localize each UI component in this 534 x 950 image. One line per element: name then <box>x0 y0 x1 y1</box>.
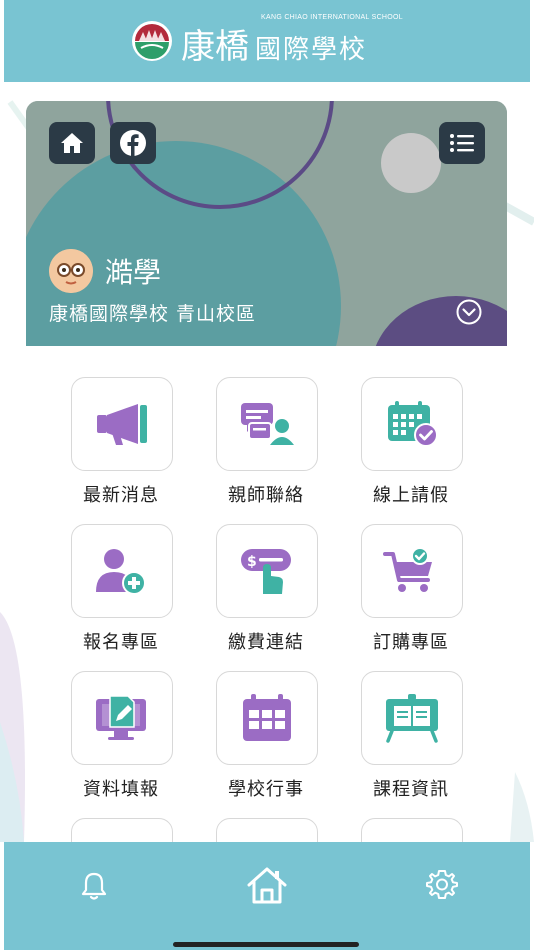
home-icon <box>247 867 287 904</box>
tile-parent-teacher-contact[interactable] <box>216 377 318 471</box>
bell-icon <box>81 872 107 900</box>
home-tab[interactable] <box>242 860 292 910</box>
tile-label: 繳費連結 <box>228 632 304 653</box>
school-logo: KANG CHIAO INTERNATIONAL SCHOOL 康橋 國際學校 <box>131 14 403 68</box>
facebook-button[interactable] <box>110 122 156 164</box>
student-hero-banner: 澔學 康橋國際學校 青山校區 <box>26 101 507 346</box>
tile-label: 親師聯絡 <box>228 485 304 506</box>
main-card: 澔學 康橋國際學校 青山校區 最新消息 親師聯絡 線上請假 報名專區 $ 繳費連… <box>26 101 507 861</box>
tile-label: 訂購專區 <box>373 632 449 653</box>
tile-label: 最新消息 <box>83 485 159 506</box>
chevron-down-circle-icon[interactable] <box>456 299 482 325</box>
school-campus-label: 康橋國際學校 青山校區 <box>49 303 257 325</box>
home-icon <box>61 133 83 153</box>
school-emblem-icon <box>132 21 173 61</box>
user-add-icon <box>96 549 146 595</box>
tile-label: 課程資訊 <box>373 779 449 800</box>
cart-check-icon <box>383 547 432 592</box>
tile-label: 學校行事 <box>228 779 304 800</box>
tile-school-calendar[interactable] <box>216 671 318 765</box>
board-book-icon <box>386 694 438 743</box>
facebook-icon <box>120 130 146 156</box>
tile-registration[interactable] <box>71 524 173 618</box>
chat-contact-icon <box>241 403 294 445</box>
list-menu-icon <box>450 134 474 152</box>
calendar-icon <box>243 694 291 741</box>
bottom-navigation <box>4 842 530 950</box>
logo-chinese-main: 康橋 <box>181 27 250 67</box>
tile-label: 線上請假 <box>373 485 449 506</box>
gear-icon <box>426 870 458 899</box>
logo-chinese-sub: 國際學校 <box>255 35 368 65</box>
student-profile[interactable]: 澔學 <box>49 249 161 293</box>
tile-news[interactable] <box>71 377 173 471</box>
top-header: KANG CHIAO INTERNATIONAL SCHOOL 康橋 國際學校 <box>4 0 530 82</box>
tile-online-leave[interactable] <box>361 377 463 471</box>
tile-data-entry[interactable] <box>71 671 173 765</box>
tile-label: 資料填報 <box>83 779 159 800</box>
monitor-edit-icon <box>96 695 146 740</box>
tile-payment-link[interactable]: $ <box>216 524 318 618</box>
tile-ordering[interactable] <box>361 524 463 618</box>
system-home-indicator[interactable] <box>173 942 359 947</box>
settings-tab[interactable] <box>422 864 462 904</box>
tile-label: 報名專區 <box>83 632 159 653</box>
tile-course-info[interactable] <box>361 671 463 765</box>
megaphone-icon <box>97 404 147 445</box>
svg-text:$: $ <box>247 554 257 570</box>
student-avatar <box>49 249 93 293</box>
student-name: 澔學 <box>105 256 162 289</box>
menu-list-button[interactable] <box>439 122 485 164</box>
payment-tap-icon: $ <box>241 549 291 594</box>
notifications-tab[interactable] <box>74 866 114 906</box>
calendar-check-icon <box>388 401 438 447</box>
home-button[interactable] <box>49 122 95 164</box>
